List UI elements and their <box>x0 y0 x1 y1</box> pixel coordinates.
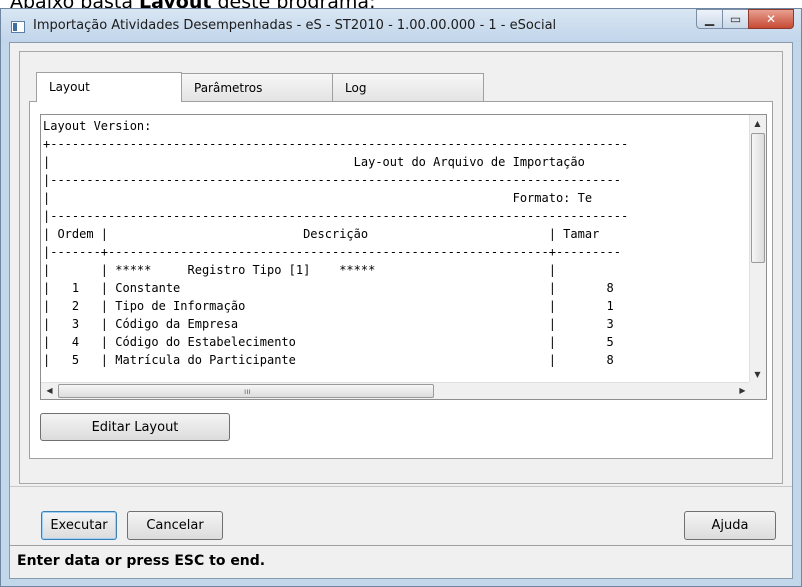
footer-divider <box>10 486 792 487</box>
layout-text-area[interactable]: Layout Version: +------------------------… <box>41 115 751 383</box>
layout-text-box[interactable]: Layout Version: +------------------------… <box>40 114 767 400</box>
layout-text-line: | 2 | Tipo de Informação | 1 <box>43 299 614 313</box>
horizontal-scrollbar[interactable]: ◀ ııı ▶ <box>41 382 751 399</box>
tab-panel-layout: Layout Version: +------------------------… <box>29 101 773 459</box>
dialog-window: Importação Atividades Desempenhadas - eS… <box>0 8 802 587</box>
execute-button[interactable]: Executar <box>41 511 117 540</box>
tab-layout-label: Layout <box>49 80 90 94</box>
tab-log[interactable]: Log <box>332 73 484 101</box>
status-text: Enter data or press ESC to end. <box>17 553 266 569</box>
scroll-left-icon[interactable]: ◀ <box>42 383 57 398</box>
tab-parametros-label: Parâmetros <box>194 81 263 95</box>
layout-text-line: | Ordem | Descrição | Tamar <box>43 227 600 241</box>
window-controls: ▁ ▭ ✕ <box>696 9 794 31</box>
minimize-button[interactable]: ▁ <box>696 9 723 29</box>
close-button[interactable]: ✕ <box>748 9 794 29</box>
scroll-down-icon[interactable]: ▼ <box>750 367 765 382</box>
close-icon: ✕ <box>765 12 777 26</box>
scroll-grip-icon: ııı <box>244 387 251 396</box>
dialog-client-area: Layout Parâmetros Log Layout Version: +--… <box>9 42 793 579</box>
maximize-button[interactable]: ▭ <box>722 9 749 29</box>
layout-text-line: | Lay-out do Arquivo de Importação <box>43 155 585 169</box>
tab-log-label: Log <box>345 81 367 95</box>
layout-text-line: |-------+-------------------------------… <box>43 245 621 259</box>
status-bar: Enter data or press ESC to end. <box>10 545 792 578</box>
layout-text-line: Layout Version: <box>43 119 152 133</box>
vertical-scroll-thumb[interactable] <box>751 133 765 263</box>
app-icon <box>11 21 25 33</box>
vertical-scrollbar[interactable]: ▲ ▼ <box>749 115 766 383</box>
layout-text-line: +---------------------------------------… <box>43 137 629 151</box>
scroll-right-icon[interactable]: ▶ <box>735 383 750 398</box>
tab-layout[interactable]: Layout <box>36 72 182 102</box>
scroll-corner <box>749 382 766 399</box>
tab-parametros[interactable]: Parâmetros <box>181 73 333 101</box>
layout-text-line: |---------------------------------------… <box>43 173 621 187</box>
help-button[interactable]: Ajuda <box>684 511 776 540</box>
layout-text-line: | 4 | Código do Estabelecimento | 5 <box>43 335 614 349</box>
layout-text-line: | 5 | Matrícula do Participante | 8 <box>43 353 614 367</box>
window-title: Importação Atividades Desempenhadas - eS… <box>33 18 557 33</box>
horizontal-scroll-thumb[interactable]: ııı <box>58 384 434 398</box>
edit-layout-button[interactable]: Editar Layout <box>40 413 230 441</box>
layout-text-line: | 1 | Constante | 8 <box>43 281 614 295</box>
title-bar[interactable]: Importação Atividades Desempenhadas - eS… <box>1 9 801 42</box>
scroll-up-icon[interactable]: ▲ <box>750 116 765 131</box>
maximize-icon: ▭ <box>729 12 742 26</box>
layout-text-line: |---------------------------------------… <box>43 209 629 223</box>
layout-text-line: | Formato: Te <box>43 191 593 205</box>
cancel-button[interactable]: Cancelar <box>127 511 223 540</box>
layout-text-line: | 3 | Código da Empresa | 3 <box>43 317 614 331</box>
layout-text-line: | | ***** Registro Tipo [1] ***** | <box>43 263 556 277</box>
minimize-icon: ▁ <box>704 12 715 26</box>
